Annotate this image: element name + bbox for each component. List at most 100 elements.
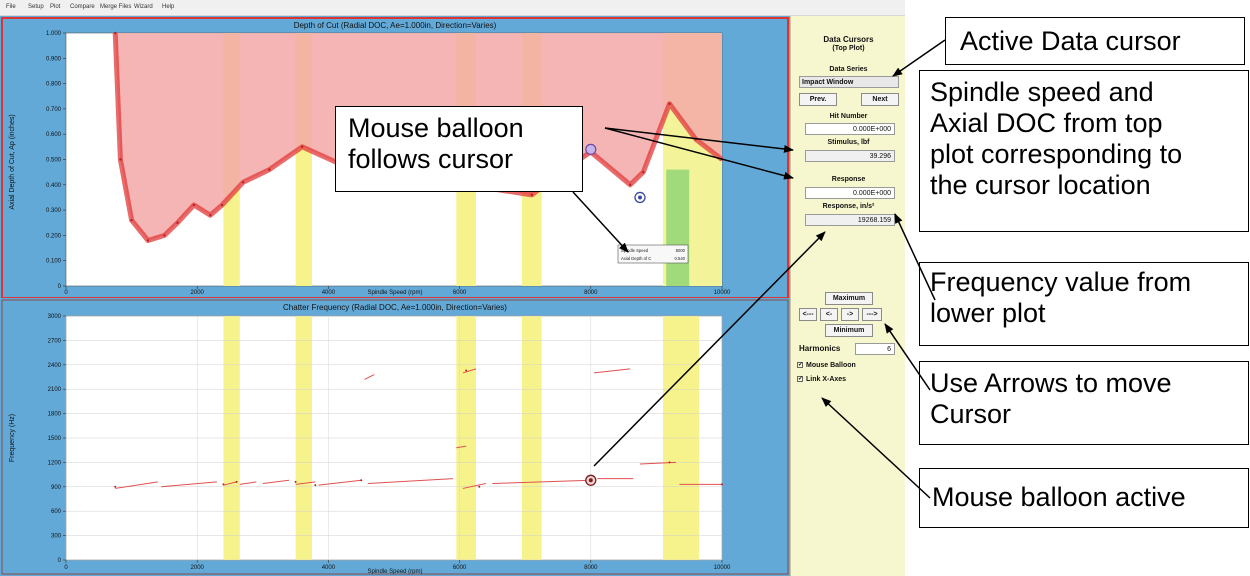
top-data-point: [130, 219, 133, 222]
harmonics-field[interactable]: 6: [855, 343, 895, 355]
menu-plot[interactable]: Plot: [50, 4, 60, 10]
menu-file[interactable]: File: [6, 4, 16, 10]
callout-spindle-line: the cursor location: [930, 170, 1151, 200]
bottom-ytick-label: 2700: [48, 338, 62, 344]
minimum-button[interactable]: Minimum: [825, 324, 873, 337]
response-field[interactable]: 0.000E+000: [805, 187, 895, 199]
jump-right-button[interactable]: --->: [862, 308, 882, 321]
mouse-balloon-label: Axial Depth of C: [621, 256, 651, 261]
menu-help[interactable]: Help: [162, 4, 174, 10]
bottom-xtick-label: 4000: [322, 565, 336, 571]
top-ytick-label: 0.500: [46, 158, 62, 164]
callout-use-arrows: Use Arrows to move Cursor: [919, 361, 1249, 445]
top-ytick-label: 0: [58, 284, 62, 290]
callout-spindle-speed: Spindle speed and Axial DOC from top plo…: [919, 70, 1249, 232]
menu-merge-files[interactable]: Merge Files: [100, 4, 131, 10]
bottom-data-point: [114, 485, 117, 488]
bottom-ytick-label: 3000: [48, 314, 62, 320]
callout-spindle-line: plot corresponding to: [930, 139, 1183, 169]
top-cursor-marker: [585, 143, 597, 155]
top-plot-title: Depth of Cut (Radial DOC, Ae=1.000in, Di…: [294, 21, 497, 30]
top-data-point: [220, 203, 224, 207]
top-data-point: [694, 138, 697, 141]
bottom-data-point: [721, 483, 723, 486]
top-ytick-label: 0.700: [46, 107, 62, 113]
response-g-field: 19268.159: [805, 214, 895, 226]
bottom-ytick-label: 0: [58, 558, 62, 564]
callout-frequency: Frequency value from lower plot: [919, 262, 1249, 346]
maximum-button[interactable]: Maximum: [825, 292, 873, 305]
step-right-button[interactable]: ->: [841, 308, 859, 321]
callout-mouse-line: follows cursor: [348, 144, 514, 174]
hit-number-label: Hit Number: [829, 113, 868, 120]
top-xtick-label: 6000: [453, 290, 467, 296]
panel-title: Data Cursors: [823, 35, 874, 44]
top-data-point: [668, 102, 671, 106]
bottom-plot-xlabel: Spindle Speed (rpm): [367, 569, 422, 575]
top-ytick-label: 0.100: [46, 259, 62, 265]
mouse-balloon-check-icon: ✓: [797, 362, 804, 369]
top-data-point: [300, 145, 304, 149]
bottom-data-point: [314, 484, 317, 487]
bottom-cursor-dot: [588, 478, 593, 483]
bottom-xtick-label: 2000: [191, 565, 205, 571]
top-green-region: [666, 169, 690, 286]
mouse-balloon-value: 8000: [676, 248, 686, 253]
top-data-point: [209, 213, 212, 217]
top-xtick-label: 4000: [322, 290, 336, 296]
top-data-point: [114, 31, 117, 35]
data-cursors-panel: Data Cursors (Top Plot) Data Series Impa…: [790, 16, 905, 576]
jump-left-button[interactable]: <---: [799, 308, 817, 321]
link-x-axes-check-icon: ✓: [797, 376, 804, 383]
top-ytick-label: 0.400: [46, 183, 62, 189]
top-data-point: [628, 183, 632, 186]
top-ytick-label: 0.200: [46, 233, 62, 239]
top-data-point: [163, 234, 166, 237]
prev-button[interactable]: Prev.: [799, 93, 837, 106]
bottom-plot-ylabel: Frequency (Hz): [9, 414, 16, 462]
bottom-plot-title: Chatter Frequency (Radial DOC, Ae=1.000i…: [283, 303, 507, 312]
top-data-point: [192, 203, 196, 207]
mouse-balloon-label: Mouse Balloon: [806, 362, 856, 369]
hit-number-field[interactable]: 0.000E+000: [805, 123, 895, 135]
callout-active-cursor: Active Data cursor: [945, 17, 1245, 65]
callout-spindle-line: Axial DOC from top: [930, 108, 1163, 138]
step-left-button[interactable]: <-: [820, 308, 838, 321]
bottom-plot[interactable]: Chatter Frequency (Radial DOC, Ae=1.000i…: [0, 298, 790, 576]
top-ytick-label: 0.600: [46, 132, 62, 138]
plots-area: Depth of Cut (Radial DOC, Ae=1.000in, Di…: [0, 16, 790, 576]
top-data-point: [530, 193, 533, 197]
next-button[interactable]: Next: [861, 93, 899, 106]
top-data-point: [146, 239, 150, 242]
top-xtick-label: 0: [64, 290, 68, 296]
mouse-balloon-label: Spindle Speed: [621, 248, 649, 253]
top-ytick-label: 0.300: [46, 208, 62, 214]
menu-compare[interactable]: Compare: [70, 4, 95, 10]
bottom-ytick-label: 1500: [48, 436, 62, 442]
bottom-ytick-label: 2400: [48, 363, 62, 369]
top-data-point: [720, 158, 724, 161]
callout-mouse-line: Mouse balloon: [348, 113, 524, 143]
stimulus-field: 39.296: [805, 150, 895, 162]
bottom-xtick-label: 10000: [714, 565, 731, 571]
bottom-ytick-label: 2100: [48, 387, 62, 393]
top-data-point: [268, 168, 271, 171]
bottom-xtick-label: 0: [64, 565, 68, 571]
bottom-data-point: [222, 483, 225, 486]
harmonics-label: Harmonics: [799, 344, 841, 353]
menu-wizard[interactable]: Wizard: [134, 4, 153, 10]
bottom-data-point: [235, 480, 238, 483]
top-xtick-label: 2000: [191, 290, 205, 296]
link-x-axes-checkbox[interactable]: ✓ Link X-Axes: [797, 376, 846, 383]
bottom-data-point: [478, 485, 481, 488]
mouse-balloon-checkbox[interactable]: ✓ Mouse Balloon: [797, 362, 856, 369]
data-series-field[interactable]: Impact Window: [799, 76, 899, 88]
top-xtick-label: 10000: [714, 290, 731, 296]
bottom-ytick-label: 300: [51, 534, 62, 540]
stimulus-label: Stimulus, lbf: [827, 139, 870, 146]
top-plot-xlabel: Spindle Speed (rpm): [367, 290, 422, 296]
top-data-point: [241, 181, 245, 184]
link-x-axes-label: Link X-Axes: [806, 376, 847, 383]
response-label: Response: [831, 176, 866, 183]
menu-setup[interactable]: Setup: [28, 4, 44, 10]
